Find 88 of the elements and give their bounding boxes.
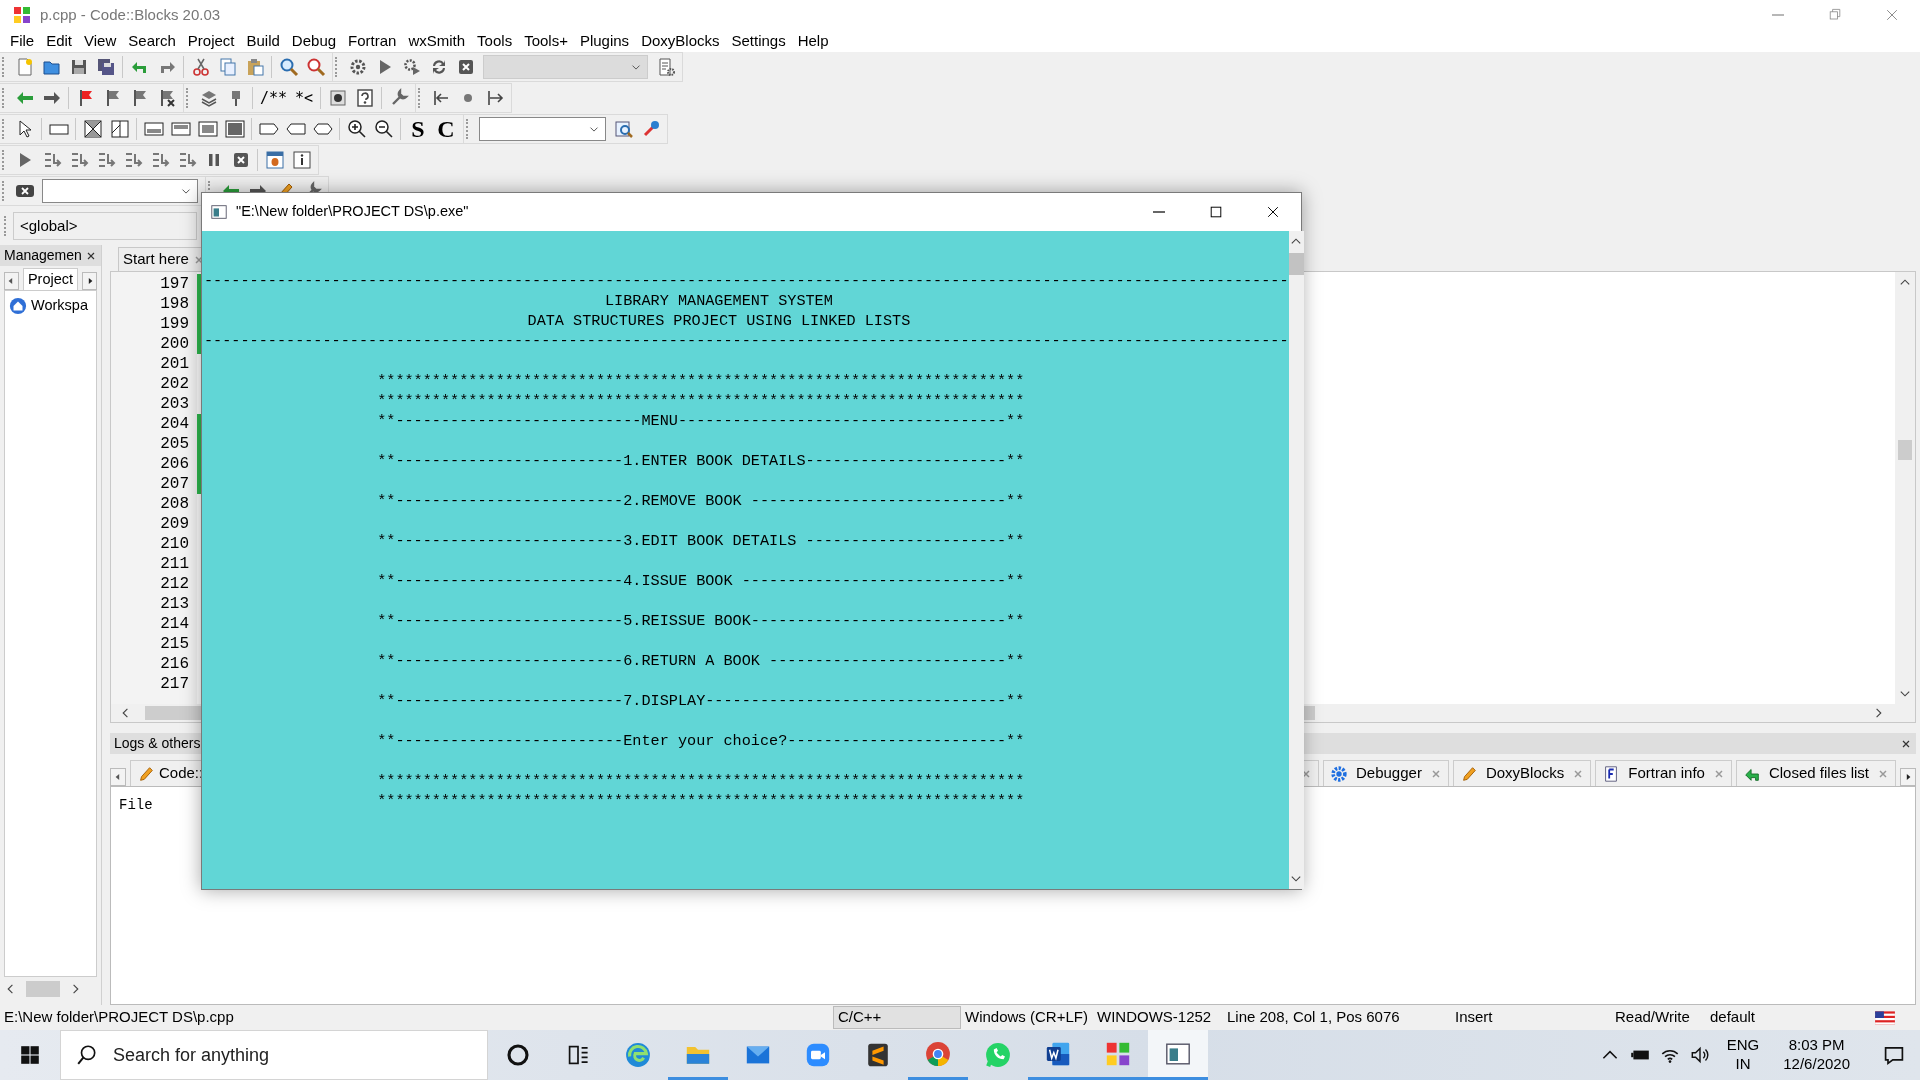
line-number: 207	[159, 474, 189, 494]
tree-item[interactable]: Workspa	[31, 295, 88, 317]
menu-item[interactable]: Help	[791, 30, 835, 52]
line-number: 198	[159, 294, 189, 314]
status-text: Windows (CR+LF)	[965, 1007, 1088, 1028]
line-number: 208	[159, 494, 189, 514]
line-number: 212	[159, 574, 189, 594]
console-text: **---------------------------MENU------------------------------------**	[377, 412, 1025, 430]
toolbar-button[interactable]: C	[432, 116, 460, 142]
status-text: Line 208, Col 1, Pos 6076	[1227, 1007, 1400, 1028]
menu-item[interactable]: Settings	[725, 30, 792, 52]
line-number: 217	[159, 674, 189, 694]
console-text: **-------------------------7.DISPLAY---------------------------------**	[377, 692, 1025, 710]
language-text[interactable]: IN	[1735, 1055, 1751, 1074]
line-number: 203	[159, 394, 189, 414]
line-number: 216	[159, 654, 189, 674]
line-number: 206	[159, 454, 189, 474]
tab-label: Closed files list	[1768, 763, 1869, 784]
console-heading: LIBRARY MANAGEMENT SYSTEM	[605, 292, 833, 310]
menu-item[interactable]: DoxyBlocks	[635, 30, 726, 52]
menu-item[interactable]: Debug	[285, 30, 343, 52]
log-tab[interactable]: Debugger	[1323, 760, 1449, 786]
line-number: 200	[159, 334, 189, 354]
line-number: 215	[159, 634, 189, 654]
window-title: "E:\New folder\PROJECT DS\p.exe"	[236, 202, 470, 222]
toolbar-button[interactable]: *<	[291, 85, 318, 111]
line-number: 214	[159, 614, 189, 634]
line-number: 205	[159, 434, 189, 454]
console-text: **-------------------------4.ISSUE BOOK -----------------------------**	[377, 572, 1025, 590]
column-header: File	[119, 797, 153, 813]
line-number: 204	[159, 414, 189, 434]
panel-tab[interactable]: Project	[22, 268, 79, 290]
language-field: C/C++	[833, 1006, 961, 1029]
console-rule: -----------------------------------------------------------------------------------------------------------------------	[204, 272, 1289, 290]
menu-item[interactable]: Edit	[40, 30, 79, 52]
log-tab[interactable]: Fortran info	[1595, 760, 1732, 786]
line-number: 199	[159, 314, 189, 334]
menu-item[interactable]: Fortran	[342, 30, 403, 52]
console-text: **-------------------------Enter your choice?------------------------**	[377, 732, 1025, 750]
menu-item[interactable]: File	[4, 30, 41, 52]
toolbar-button[interactable]: /**	[256, 85, 292, 111]
menu-item[interactable]: Project	[181, 30, 241, 52]
window-title: p.cpp - Code::Blocks 20.03	[40, 4, 222, 25]
status-text: WINDOWS-1252	[1097, 1007, 1212, 1028]
console-text: **-------------------------1.ENTER BOOK DETAILS----------------------**	[377, 452, 1025, 470]
tab-label: Code::	[159, 763, 204, 784]
status-text: default	[1710, 1007, 1756, 1028]
status-text: Read/Write	[1615, 1007, 1690, 1028]
search-field[interactable]: Search for anything	[60, 1030, 488, 1080]
line-number: 213	[159, 594, 189, 614]
panel-title: Managemen	[4, 246, 82, 265]
status-text: E:\New folder\PROJECT DS\p.cpp	[4, 1007, 234, 1028]
menu-item[interactable]: Search	[122, 30, 182, 52]
line-number: 202	[159, 374, 189, 394]
line-number: 211	[159, 554, 189, 574]
console-text: **-------------------------2.REMOVE BOOK ----------------------------**	[377, 492, 1025, 510]
menu-item[interactable]: Tools	[471, 30, 519, 52]
console-text: ***********************************************************************	[377, 772, 1025, 790]
tab-label: Fortran info	[1628, 763, 1705, 784]
menu-item[interactable]: View	[78, 30, 123, 52]
language-text[interactable]: ENG	[1726, 1036, 1760, 1055]
console-text: **-------------------------3.EDIT BOOK DETAILS ----------------------**	[377, 532, 1025, 550]
tab-label: DoxyBlocks	[1485, 763, 1565, 784]
console-text: **-------------------------5.REISSUE BOOK----------------------------**	[377, 612, 1025, 630]
menu-item[interactable]: Plugins	[573, 30, 636, 52]
console-text: ***********************************************************************	[377, 372, 1025, 390]
line-number: 209	[159, 514, 189, 534]
status-text: Insert	[1455, 1007, 1493, 1028]
menu-item[interactable]: Tools+	[518, 30, 574, 52]
panel-title: Logs & others	[114, 734, 201, 753]
console-text: **-------------------------6.RETURN A BOOK --------------------------**	[377, 652, 1025, 670]
log-tab[interactable]: DoxyBlocks	[1452, 760, 1592, 786]
menu-item[interactable]: wxSmith	[402, 30, 472, 52]
tab-label: Start here	[123, 249, 189, 270]
console-text: ***********************************************************************	[377, 392, 1025, 410]
clock-time[interactable]: 8:03 PM	[1788, 1036, 1845, 1055]
tab-label: Debugger	[1356, 763, 1422, 784]
clock-date[interactable]: 12/6/2020	[1783, 1055, 1850, 1074]
console-heading: DATA STRUCTURES PROJECT USING LINKED LISTS	[527, 312, 911, 330]
scope-field[interactable]: <global>	[13, 212, 197, 240]
log-tab[interactable]: Closed files list	[1735, 760, 1896, 786]
toolbar-button[interactable]: S	[404, 116, 432, 142]
console-text: ***********************************************************************	[377, 792, 1025, 810]
line-number: 197	[159, 274, 189, 294]
menu-item[interactable]: Build	[240, 30, 286, 52]
line-number: 201	[159, 354, 189, 374]
line-number: 210	[159, 534, 189, 554]
console-rule: -----------------------------------------------------------------------------------------------------------------------	[204, 332, 1289, 350]
